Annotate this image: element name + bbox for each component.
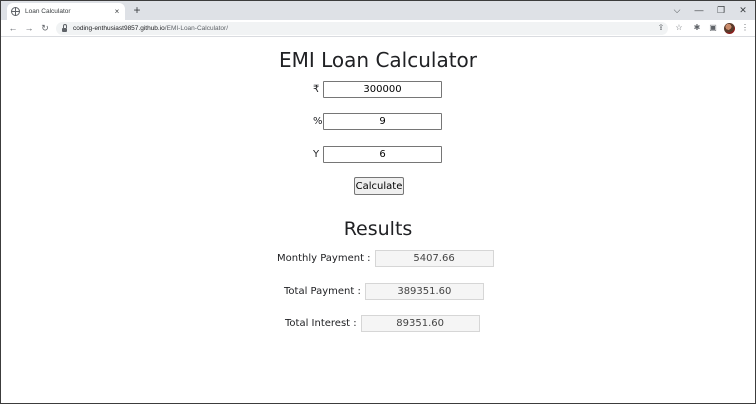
menu-icon[interactable]: ⋮	[739, 22, 751, 34]
url-text: coding-enthusiast9857.github.io/EMI-Loan…	[73, 25, 228, 32]
close-window-button[interactable]: ✕	[736, 4, 750, 16]
restore-button[interactable]: ❐	[714, 4, 728, 16]
browser-window: Loan Calculator × + ⌵ — ❐ ✕ ← → ↻ coding…	[0, 0, 756, 404]
page-title: EMI Loan Calculator	[278, 48, 478, 72]
percent-symbol: %	[313, 116, 323, 127]
principal-input[interactable]	[323, 81, 442, 98]
address-bar[interactable]: coding-enthusiast9857.github.io/EMI-Loan…	[56, 22, 668, 35]
total-payment-row: Total Payment : 389351.60	[284, 283, 484, 300]
close-tab-icon[interactable]: ×	[113, 7, 121, 16]
calculate-button[interactable]: Calculate	[354, 177, 404, 195]
extensions-icon[interactable]: ✱	[691, 22, 703, 34]
interest-rate-input[interactable]	[323, 113, 442, 130]
minimize-button[interactable]: —	[692, 4, 706, 16]
total-interest-row: Total Interest : 89351.60	[285, 315, 480, 332]
tab-title: Loan Calculator	[25, 8, 71, 15]
monthly-payment-value: 5407.66	[374, 250, 494, 267]
total-payment-label: Total Payment :	[284, 286, 361, 297]
tab-loan-calculator[interactable]: Loan Calculator ×	[7, 3, 125, 20]
monthly-payment-label: Monthly Payment :	[277, 253, 371, 264]
reload-icon[interactable]: ↻	[39, 22, 51, 34]
new-tab-button[interactable]: +	[131, 4, 143, 17]
results-title: Results	[343, 218, 413, 240]
total-interest-value: 89351.60	[360, 315, 480, 332]
tenure-row: Y	[313, 146, 442, 163]
globe-icon	[11, 7, 20, 16]
interest-row: %	[313, 113, 442, 130]
forward-icon[interactable]: →	[23, 22, 35, 34]
back-icon[interactable]: ←	[7, 22, 19, 34]
rupee-symbol: ₹	[313, 84, 320, 95]
principal-row: ₹	[313, 81, 442, 98]
sidepanel-icon[interactable]: ▣	[707, 22, 719, 34]
total-interest-label: Total Interest :	[285, 318, 357, 329]
years-symbol: Y	[313, 149, 320, 160]
tenure-years-input[interactable]	[323, 146, 442, 163]
tab-search-icon[interactable]: ⌵	[670, 4, 684, 16]
tab-strip: Loan Calculator × + ⌵ — ❐ ✕	[1, 1, 755, 20]
page-content: EMI Loan Calculator ₹ % Y Calculate Resu…	[1, 38, 755, 403]
url-host: coding-enthusiast9857.github.io	[73, 25, 165, 32]
star-icon[interactable]: ☆	[673, 22, 685, 34]
url-path: /EMI-Loan-Calculator/	[164, 25, 229, 32]
monthly-payment-row: Monthly Payment : 5407.66	[277, 250, 494, 267]
share-icon[interactable]: ⇪	[655, 22, 667, 34]
total-payment-value: 389351.60	[364, 283, 484, 300]
browser-toolbar: ← → ↻ coding-enthusiast9857.github.io/EM…	[1, 20, 755, 37]
profile-avatar[interactable]	[724, 23, 735, 34]
lock-icon[interactable]	[62, 23, 67, 32]
